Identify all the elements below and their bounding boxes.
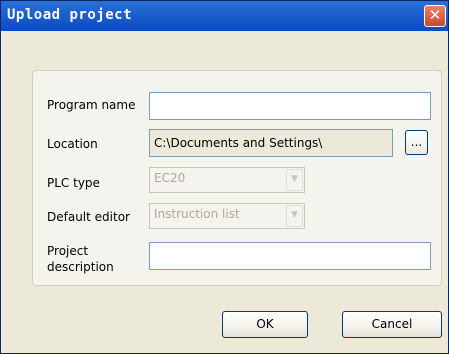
upload-project-dialog: Upload project ✕ Program name Location .… xyxy=(0,0,449,354)
default-editor-label: Default editor xyxy=(47,210,130,224)
title-bar[interactable]: Upload project ✕ xyxy=(1,1,448,31)
program-name-label: Program name xyxy=(47,98,136,112)
browse-button[interactable]: ... xyxy=(405,130,428,155)
default-editor-select[interactable]: Instruction list ▼ xyxy=(149,203,305,229)
ok-button[interactable]: OK xyxy=(222,311,308,338)
plc-type-select[interactable]: EC20 ▼ xyxy=(149,167,305,193)
plc-type-value: EC20 xyxy=(154,171,186,185)
dialog-title: Upload project xyxy=(7,7,133,23)
cancel-button[interactable]: Cancel xyxy=(342,311,442,338)
plc-type-label: PLC type xyxy=(47,176,100,190)
location-input[interactable] xyxy=(149,129,393,157)
project-description-input[interactable] xyxy=(149,242,431,270)
project-description-label-line1: Project xyxy=(47,244,89,258)
default-editor-value: Instruction list xyxy=(154,207,240,221)
project-description-label-line2: description xyxy=(47,260,114,274)
close-icon: ✕ xyxy=(428,6,442,24)
chevron-down-icon[interactable]: ▼ xyxy=(286,205,303,227)
chevron-down-icon[interactable]: ▼ xyxy=(286,169,303,191)
program-name-input[interactable] xyxy=(149,92,431,120)
location-label: Location xyxy=(47,137,98,151)
close-button[interactable]: ✕ xyxy=(424,5,446,27)
